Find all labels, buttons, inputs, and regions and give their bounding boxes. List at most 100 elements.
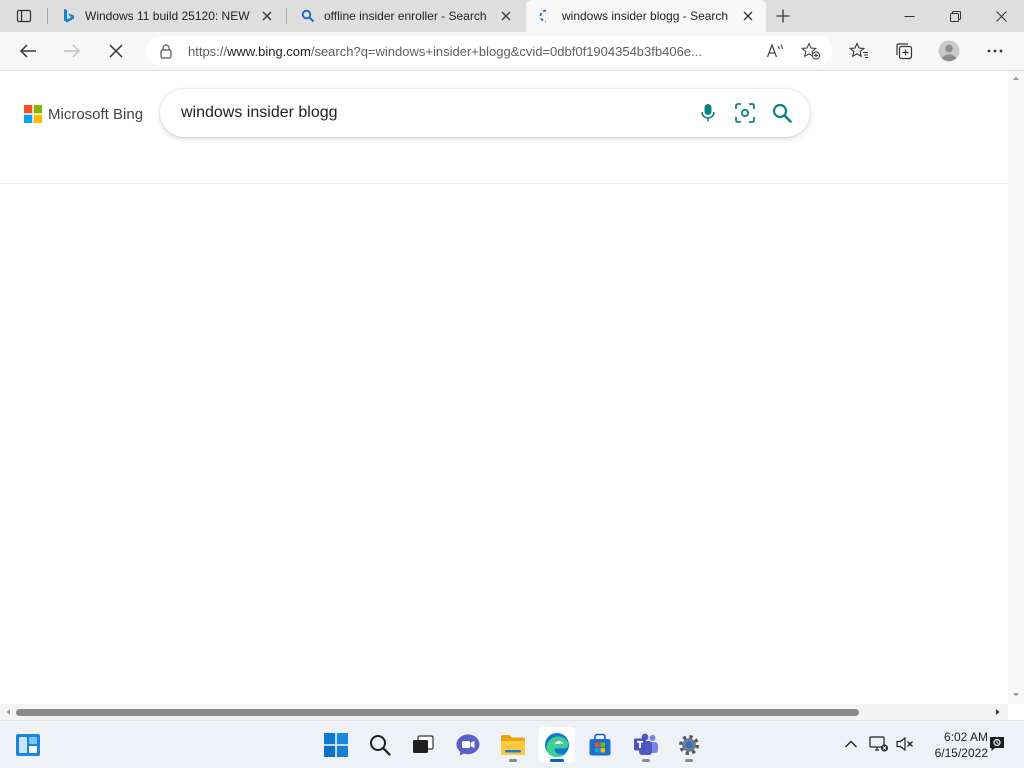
favorites-button[interactable] [844,37,874,65]
folder-icon [501,735,525,755]
microphone-icon[interactable] [696,101,720,125]
search-icon [300,8,316,24]
horizontal-scrollbar[interactable] [0,704,1008,720]
chat-icon [456,734,480,756]
running-indicator [685,759,693,762]
volume-button[interactable] [894,733,916,755]
back-button[interactable] [13,37,43,65]
new-tab-button[interactable] [770,4,796,28]
tab-actions-button[interactable] [8,5,40,27]
forward-button[interactable] [57,37,87,65]
close-window-button[interactable] [978,0,1024,32]
bing-icon [61,8,77,24]
profile-button[interactable] [934,37,964,65]
visual-search-icon[interactable] [733,101,757,125]
clock-date: 6/15/2022 [934,746,988,760]
close-tab-icon[interactable] [738,6,758,26]
stop-icon [109,44,123,58]
add-favorite-icon[interactable] [800,41,822,61]
favorites-icon [849,42,868,59]
scroll-down-icon [1013,693,1019,697]
widgets-button[interactable] [10,727,46,763]
store-icon [589,733,611,756]
chevron-up-icon [845,740,857,748]
system-clock[interactable]: 6:02 AM 6/15/2022 [920,729,988,761]
address-bar[interactable]: https://www.bing.com/search?q=windows+in… [146,36,832,66]
search-query-input[interactable]: windows insider blogg [181,104,338,122]
minimize-icon [904,15,914,17]
back-arrow-icon [19,44,36,58]
url-path: /search?q=windows+insider+blogg&cvid=0db… [310,44,702,59]
taskbar: 6:02 AM 6/15/2022 [0,720,1024,768]
bing-header: Microsoft Bing windows insider blogg [0,71,1008,184]
browser-toolbar: https://www.bing.com/search?q=windows+in… [0,32,1024,71]
start-button[interactable] [318,727,354,763]
lock-icon[interactable] [158,43,174,59]
tab-title: Windows 11 build 25120: NEW D [85,9,253,23]
tab-separator [286,8,287,24]
tab-separator [47,8,48,24]
tab-actions-icon [16,9,32,23]
url-text[interactable]: https://www.bing.com/search?q=windows+in… [188,44,758,59]
running-indicator [550,759,564,762]
scroll-up-icon [1013,76,1019,80]
widgets-icon [16,734,40,756]
task-view-button[interactable] [405,727,441,763]
avatar [938,40,960,62]
collections-button[interactable] [889,37,919,65]
microsoft-logo-icon [24,105,42,123]
minimize-button[interactable] [886,0,932,32]
settings-app-button[interactable] [671,727,707,763]
microsoft-store-button[interactable] [582,727,618,763]
collections-icon [896,43,913,60]
plus-icon [776,9,790,23]
restore-icon [949,10,961,22]
clock-time: 6:02 AM [943,730,988,744]
url-host: www.bing.com [227,44,311,59]
loading-icon [538,8,554,24]
running-indicator [642,759,650,762]
settings-more-button[interactable] [980,37,1010,65]
close-tab-icon[interactable] [496,6,516,26]
url-scheme: https:// [188,44,228,59]
network-disconnected-icon [869,736,888,752]
tab-strip: Windows 11 build 25120: NEW D offline in… [0,0,1024,32]
vertical-scrollbar[interactable] [1008,71,1024,704]
forward-arrow-icon [64,44,81,58]
teams-icon [634,733,658,755]
stop-loading-button[interactable] [101,37,131,65]
teams-button[interactable] [628,727,664,763]
notification-icon [990,737,1004,751]
scroll-left-icon [6,709,10,715]
chat-button[interactable] [450,727,486,763]
speaker-muted-icon [896,736,913,752]
tab-title: windows insider blogg - Search [562,9,729,23]
read-aloud-icon[interactable] [764,41,786,61]
close-tab-icon[interactable] [257,6,277,26]
close-icon [995,10,1007,22]
bing-logo-text: Microsoft Bing [48,105,144,123]
gear-icon [679,735,699,755]
running-indicator [509,759,517,762]
web-page: Microsoft Bing windows insider blogg [0,71,1008,704]
windows-logo-icon [324,733,348,757]
search-submit-icon[interactable] [770,101,794,125]
bing-logo[interactable]: Microsoft Bing [24,105,143,123]
tab-offline-insider-enroller[interactable]: offline insider enroller - Search [288,0,524,32]
scroll-right-icon [996,709,1000,715]
taskbar-search-button[interactable] [362,727,398,763]
search-box[interactable]: windows insider blogg [160,89,810,137]
show-hidden-icons-button[interactable] [840,733,862,755]
file-explorer-button[interactable] [495,727,531,763]
notifications-button[interactable] [986,733,1008,755]
scrollbar-thumb[interactable] [16,709,859,716]
edge-browser-button[interactable] [539,727,575,763]
search-icon [370,735,391,756]
tab-windows-11-build[interactable]: Windows 11 build 25120: NEW D [49,0,285,32]
more-dots-icon [987,49,1003,53]
edge-icon [545,733,569,757]
network-status-button[interactable] [868,733,890,755]
tab-windows-insider-blogg[interactable]: windows insider blogg - Search [526,0,766,32]
task-view-icon [413,735,434,753]
restore-button[interactable] [932,0,978,32]
